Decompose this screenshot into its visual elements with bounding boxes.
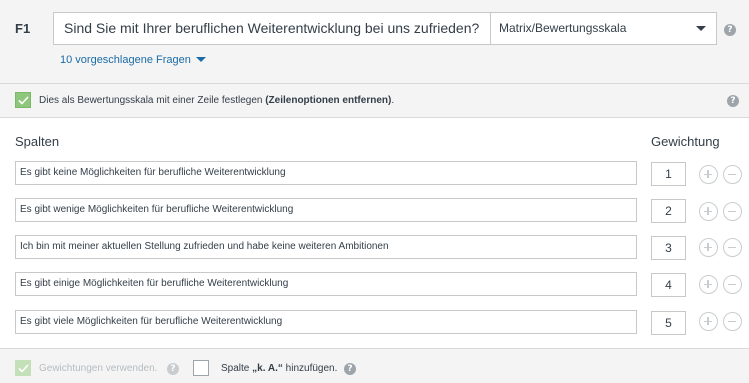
minus-circle-icon[interactable]: [723, 275, 742, 294]
checkmark-icon: [18, 96, 29, 105]
column-label-input[interactable]: Es gibt wenige Möglichkeiten für berufli…: [15, 198, 637, 222]
na-label-bold: „k. A.“: [252, 363, 283, 374]
remove-row-options-link[interactable]: (Zeilenoptionen entfernen): [265, 95, 391, 106]
minus-circle-icon[interactable]: [723, 202, 742, 221]
weight-input[interactable]: 1: [651, 162, 686, 186]
scale-option-text-suffix: .: [391, 95, 395, 106]
question-text-input[interactable]: Sind Sie mit Ihrer beruflichen Weiterent…: [53, 12, 491, 45]
help-icon[interactable]: ?: [727, 95, 739, 107]
columns-header: Spalten: [15, 134, 60, 149]
plus-circle-icon[interactable]: [699, 238, 718, 257]
minus-circle-icon[interactable]: [723, 312, 742, 331]
question-type-label: Matrix/Bewertungsskala: [499, 21, 627, 35]
plus-circle-icon[interactable]: [699, 165, 718, 184]
plus-circle-icon[interactable]: [699, 312, 718, 331]
weight-header: Gewichtung: [651, 134, 720, 149]
na-label-suffix: hinzufügen.: [282, 363, 338, 374]
na-label-prefix: Spalte: [221, 363, 253, 374]
caret-down-icon: [696, 26, 706, 31]
question-number: F1: [15, 21, 31, 36]
checkmark-icon: [18, 364, 29, 373]
weight-input[interactable]: 3: [651, 236, 686, 260]
help-icon[interactable]: ?: [724, 24, 736, 36]
caret-down-icon[interactable]: [196, 57, 206, 62]
column-label-input[interactable]: Ich bin mit meiner aktuellen Stellung zu…: [15, 235, 637, 259]
help-icon[interactable]: ?: [344, 363, 356, 375]
footer-options: Gewichtungen verwenden. ? Spalte „k. A.“…: [0, 348, 749, 383]
question-header: F1 Sind Sie mit Ihrer beruflichen Weiter…: [0, 0, 749, 84]
scale-option-text: Dies als Bewertungsskala mit einer Zeile…: [39, 95, 394, 106]
help-icon[interactable]: ?: [167, 363, 179, 375]
minus-circle-icon[interactable]: [723, 238, 742, 257]
column-label-input[interactable]: Es gibt keine Möglichkeiten für beruflic…: [15, 161, 637, 185]
column-label-input[interactable]: Es gibt einige Möglichkeiten für berufli…: [15, 272, 637, 296]
use-weights-checkbox[interactable]: [15, 360, 31, 376]
plus-circle-icon[interactable]: [699, 202, 718, 221]
question-type-select[interactable]: Matrix/Bewertungsskala: [490, 12, 717, 45]
column-label-input[interactable]: Es gibt viele Möglichkeiten für beruflic…: [15, 310, 637, 334]
plus-circle-icon[interactable]: [699, 275, 718, 294]
na-column-label: Spalte „k. A.“ hinzufügen.: [221, 363, 337, 374]
weight-input[interactable]: 5: [651, 311, 686, 335]
weight-input[interactable]: 4: [651, 273, 686, 297]
na-column-checkbox[interactable]: [193, 360, 209, 376]
suggested-questions-link[interactable]: 10 vorgeschlagene Fragen: [60, 54, 191, 66]
use-weights-label: Gewichtungen verwenden.: [39, 363, 158, 374]
minus-circle-icon[interactable]: [723, 165, 742, 184]
weight-input[interactable]: 2: [651, 199, 686, 223]
scale-option-text-prefix: Dies als Bewertungsskala mit einer Zeile…: [39, 95, 266, 106]
scale-option-checkbox[interactable]: [15, 92, 31, 108]
